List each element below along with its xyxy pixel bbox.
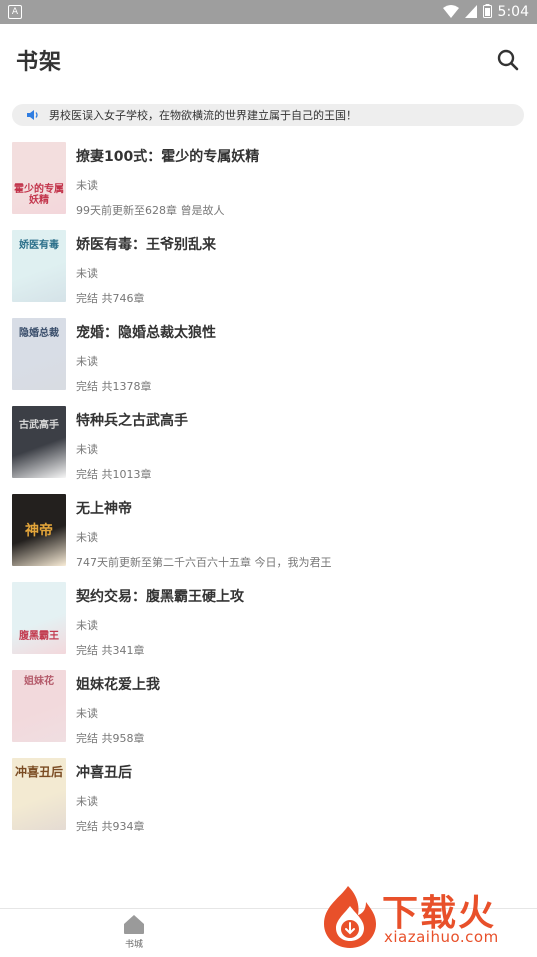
nav-label: 书城	[124, 940, 143, 950]
book-item[interactable]: 腹黑霸王 契约交易：腹黑霸王硬上攻 未读 完结 共341章	[0, 580, 537, 668]
battery-icon	[482, 3, 492, 22]
wifi-icon	[442, 3, 459, 22]
book-item[interactable]: 隐婚总裁 宠婚：隐婚总裁太狼性 未读 完结 共1378章	[0, 316, 537, 404]
cellular-signal-icon	[464, 3, 477, 22]
book-cover: 隐婚总裁	[12, 318, 66, 390]
status-bar: A 5:04	[0, 0, 537, 24]
update-info: 747天前更新至第二千六百六十五章 今日，我为君王	[76, 556, 332, 569]
page-title: 书架	[16, 50, 63, 75]
book-cover: 冲喜丑后	[12, 758, 66, 830]
book-title: 冲喜丑后	[76, 765, 132, 781]
read-status: 未读	[76, 795, 98, 808]
book-cover: 腹黑霸王	[12, 582, 66, 654]
clock: 5:04	[497, 4, 529, 20]
read-status: 未读	[76, 619, 98, 632]
book-item[interactable]: 冲喜丑后 冲喜丑后 未读 完结 共934章	[0, 756, 537, 844]
update-info: 完结 共746章	[76, 292, 145, 305]
nav-item-bookstore[interactable]: 书城	[108, 913, 160, 955]
book-cover: 古武高手	[12, 406, 66, 478]
home-icon	[124, 915, 144, 934]
app-notification-icon: A	[8, 5, 22, 19]
bookshelf-list: 霍少的专属妖精 撩妻100式：霍少的专属妖精 未读 99天前更新至628章 曾是…	[0, 140, 537, 844]
announcement-text: 男校医误入女子学校，在物欲横流的世界建立属于自己的王国！	[49, 109, 357, 122]
update-info: 完结 共1378章	[76, 380, 152, 393]
search-button[interactable]	[495, 47, 521, 73]
update-info: 完结 共1013章	[76, 468, 152, 481]
update-info: 完结 共341章	[76, 644, 145, 657]
book-cover: 神帝	[12, 494, 66, 566]
book-item[interactable]: 神帝 无上神帝 未读 747天前更新至第二千六百六十五章 今日，我为君王	[0, 492, 537, 580]
announcement-bar[interactable]: 男校医误入女子学校，在物欲横流的世界建立属于自己的王国！	[12, 104, 524, 126]
read-status: 未读	[76, 531, 98, 544]
book-title: 特种兵之古武高手	[76, 413, 188, 429]
speaker-icon	[26, 108, 40, 122]
read-status: 未读	[76, 267, 98, 280]
watermark-url: xiazaihuo.com	[384, 928, 499, 946]
read-status: 未读	[76, 179, 98, 192]
book-cover: 霍少的专属妖精	[12, 142, 66, 214]
search-icon	[497, 49, 519, 71]
book-cover: 姐妹花	[12, 670, 66, 742]
update-info: 99天前更新至628章 曾是故人	[76, 204, 225, 217]
book-title: 姐妹花爱上我	[76, 677, 160, 693]
book-cover: 娇医有毒	[12, 230, 66, 302]
book-item[interactable]: 霍少的专属妖精 撩妻100式：霍少的专属妖精 未读 99天前更新至628章 曾是…	[0, 140, 537, 228]
read-status: 未读	[76, 443, 98, 456]
update-info: 完结 共958章	[76, 732, 145, 745]
watermark: 下载火 xiazaihuo.com	[318, 884, 534, 954]
book-title: 契约交易：腹黑霸王硬上攻	[76, 589, 244, 605]
book-title: 娇医有毒：王爷别乱来	[76, 237, 216, 253]
read-status: 未读	[76, 707, 98, 720]
book-title: 无上神帝	[76, 501, 132, 517]
book-item[interactable]: 姐妹花 姐妹花爱上我 未读 完结 共958章	[0, 668, 537, 756]
update-info: 完结 共934章	[76, 820, 145, 833]
read-status: 未读	[76, 355, 98, 368]
flame-logo-icon	[324, 886, 376, 948]
book-title: 宠婚：隐婚总裁太狼性	[76, 325, 216, 341]
book-item[interactable]: 古武高手 特种兵之古武高手 未读 完结 共1013章	[0, 404, 537, 492]
app-bar: 书架	[0, 24, 537, 96]
book-title: 撩妻100式：霍少的专属妖精	[76, 149, 260, 165]
book-item[interactable]: 娇医有毒 娇医有毒：王爷别乱来 未读 完结 共746章	[0, 228, 537, 316]
